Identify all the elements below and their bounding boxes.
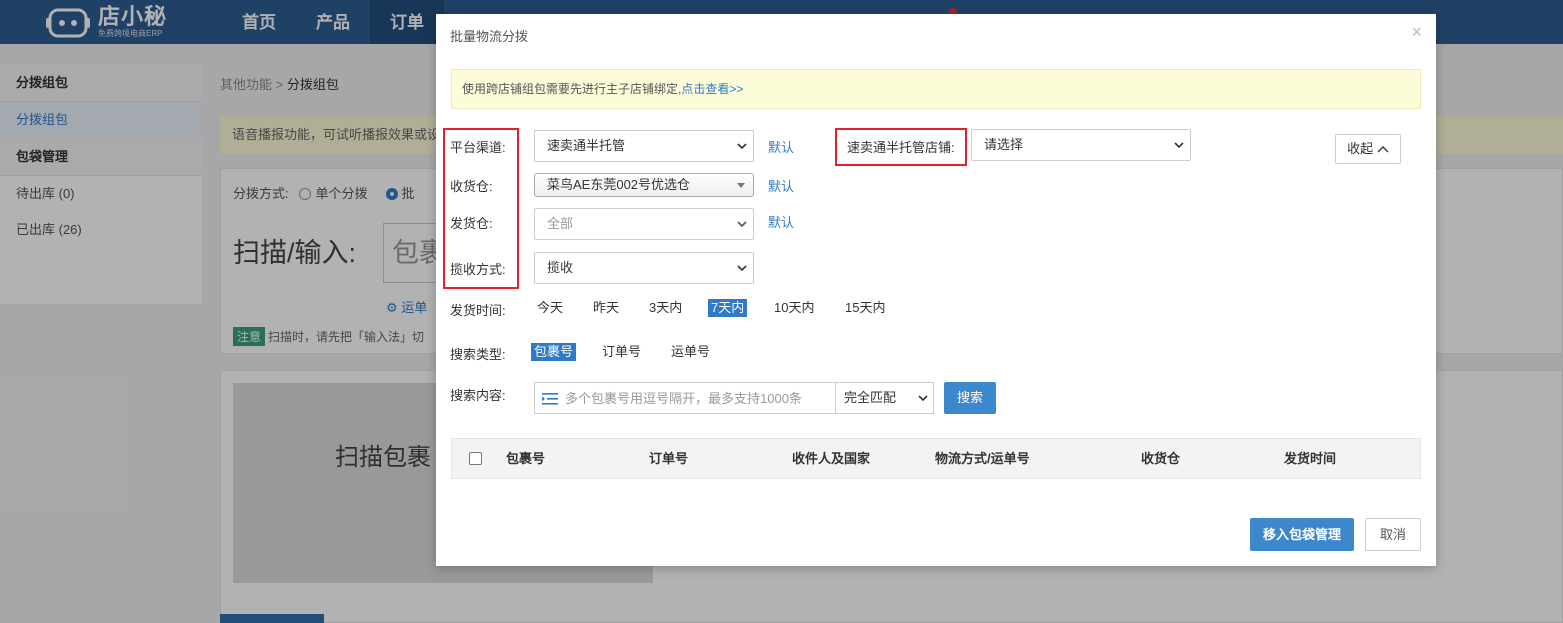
store-label: 速卖通半托管店铺: — [847, 140, 955, 155]
cancel-button[interactable]: 取消 — [1365, 518, 1421, 551]
match-mode-value: 完全匹配 — [844, 390, 897, 405]
col-receiving-warehouse: 收货仓 — [1141, 451, 1181, 466]
warehouse-out-default-link[interactable]: 默认 — [768, 212, 794, 231]
modal-notice: 使用跨店铺组包需要先进行主子店铺绑定,点击查看>> — [451, 69, 1421, 109]
close-icon[interactable]: × — [1411, 22, 1422, 43]
warehouse-in-label: 收货仓: — [450, 179, 493, 194]
col-order-no: 订单号 — [649, 451, 689, 466]
search-button[interactable]: 搜索 — [944, 382, 996, 414]
store-select-value: 请选择 — [984, 137, 1024, 152]
ship-time-15days[interactable]: 15天内 — [842, 299, 888, 317]
warehouse-out-select[interactable]: 全部 — [534, 208, 754, 240]
chevron-down-icon — [918, 395, 928, 402]
search-field: 完全匹配 — [534, 382, 934, 414]
collapse-button[interactable]: 收起 — [1335, 134, 1401, 164]
warehouse-in-value: 菜鸟AE东莞002号优选仓 — [547, 177, 691, 192]
pickup-select[interactable]: 揽收 — [534, 252, 754, 284]
list-filter-icon[interactable] — [542, 392, 558, 406]
ship-time-label: 发货时间: — [450, 303, 506, 318]
search-input[interactable] — [565, 383, 833, 413]
col-package-no: 包裹号 — [506, 451, 546, 466]
dropdown-triangle-icon — [737, 183, 745, 188]
col-ship-time: 发货时间 — [1284, 451, 1337, 466]
ship-time-yesterday[interactable]: 昨天 — [590, 299, 622, 317]
search-content-label: 搜索内容: — [450, 388, 506, 403]
col-recipient-country: 收件人及国家 — [792, 451, 871, 466]
ship-time-7days[interactable]: 7天内 — [708, 299, 748, 317]
ship-time-10days[interactable]: 10天内 — [771, 299, 817, 317]
search-type-label: 搜索类型: — [450, 347, 506, 362]
collapse-button-label: 收起 — [1347, 141, 1374, 156]
search-type-package[interactable]: 包裹号 — [531, 343, 577, 361]
notice-view-link[interactable]: 点击查看>> — [681, 82, 743, 96]
search-type-waybill[interactable]: 运单号 — [668, 343, 713, 361]
platform-select-value: 速卖通半托管 — [547, 138, 626, 153]
chevron-down-icon — [1174, 142, 1184, 149]
chevron-up-icon — [1377, 146, 1389, 153]
ship-time-3days[interactable]: 3天内 — [646, 299, 685, 317]
warehouse-out-label: 发货仓: — [450, 216, 493, 231]
select-all-checkbox[interactable] — [469, 452, 482, 465]
modal-notice-text: 使用跨店铺组包需要先进行主子店铺绑定, — [462, 82, 682, 96]
platform-default-link[interactable]: 默认 — [768, 137, 794, 156]
table-header: 包裹号 订单号 收件人及国家 物流方式/运单号 收货仓 发货时间 — [451, 438, 1421, 479]
col-logistics-waybill: 物流方式/运单号 — [935, 451, 1030, 466]
chevron-down-icon — [737, 143, 747, 150]
ship-time-today[interactable]: 今天 — [534, 299, 566, 317]
warehouse-out-value: 全部 — [547, 216, 574, 231]
modal-title: 批量物流分拨 — [450, 29, 529, 44]
store-select[interactable]: 请选择 — [971, 129, 1191, 161]
batch-logistics-modal: 批量物流分拨 × 使用跨店铺组包需要先进行主子店铺绑定,点击查看>> 平台渠道:… — [436, 14, 1436, 566]
pickup-label: 揽收方式: — [450, 262, 506, 277]
search-type-order[interactable]: 订单号 — [599, 343, 644, 361]
chevron-down-icon — [737, 265, 747, 272]
match-mode-select[interactable]: 完全匹配 — [835, 383, 934, 413]
platform-select[interactable]: 速卖通半托管 — [534, 130, 754, 162]
warehouse-in-default-link[interactable]: 默认 — [768, 176, 794, 195]
platform-label: 平台渠道: — [450, 140, 506, 155]
pickup-select-value: 揽收 — [547, 260, 574, 275]
move-to-bag-button[interactable]: 移入包袋管理 — [1250, 518, 1354, 551]
chevron-down-icon — [737, 221, 747, 228]
warehouse-in-select[interactable]: 菜鸟AE东莞002号优选仓 — [534, 173, 754, 197]
